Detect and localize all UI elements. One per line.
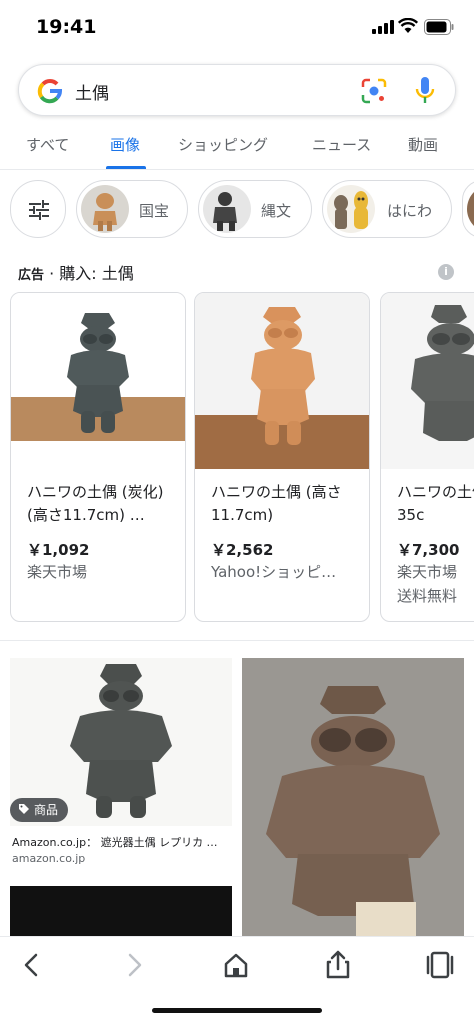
search-query[interactable]: 土偶 [75, 79, 109, 104]
chip-kokuhou[interactable]: 国宝 [76, 180, 188, 238]
related-chips: 国宝 縄文 はにわ [0, 180, 474, 240]
tag-icon [19, 804, 29, 814]
chip-thumbnail [467, 185, 474, 233]
image-result[interactable] [10, 886, 232, 936]
google-lens-icon[interactable] [361, 78, 387, 104]
product-image [195, 293, 369, 469]
product-store: 楽天市場 [27, 563, 88, 581]
dogu-figure-icon [93, 193, 117, 231]
tune-icon [29, 200, 49, 220]
product-price: ￥1,092 [27, 541, 90, 559]
search-tabs: すべて 画像 ショッピング ニュース 動画 [0, 124, 474, 170]
chip-more[interactable] [462, 180, 474, 238]
chip-label: 国宝 [139, 202, 170, 220]
product-card[interactable]: ハニワの土偶 (炭化)(高さ11.7cm) … ￥1,092 楽天市場 [10, 292, 186, 622]
chip-thumbnail [203, 185, 251, 233]
tabs-icon[interactable] [424, 949, 456, 981]
filter-button[interactable] [10, 180, 66, 238]
product-card[interactable]: ハニワの土偶 (高さ11.7cm) ￥2,562 Yahoo!ショッピ… [194, 292, 370, 622]
product-store: 楽天市場 [397, 563, 458, 581]
ad-label: 広告 [18, 268, 45, 283]
badge-label: 商品 [34, 803, 59, 817]
chip-label: 縄文 [261, 202, 292, 220]
result-domain: amazon.co.jp [12, 852, 86, 865]
forward-icon[interactable] [118, 949, 150, 981]
haniwa-figure-icon [334, 191, 368, 229]
wifi-icon [398, 18, 418, 33]
product-price: ￥7,300 [397, 541, 460, 559]
ad-title: 購入: 土偶 [59, 264, 134, 283]
cellular-signal-icon [372, 20, 394, 34]
chip-thumbnail [81, 185, 129, 233]
tab-videos[interactable]: 動画 [408, 134, 438, 155]
info-icon[interactable]: i [438, 264, 454, 280]
search-bar[interactable]: 土偶 [18, 64, 456, 116]
product-title: ハニワの土偶 (高さ11.7cm) [211, 483, 342, 524]
active-tab-indicator [106, 166, 146, 169]
tab-all[interactable]: すべて [26, 134, 69, 155]
status-bar: 19:41 [0, 0, 474, 56]
product-card[interactable]: ハニワの土偶 (高さ35c ￥7,300 楽天市場 送料無料 [380, 292, 474, 622]
result-image [242, 658, 464, 938]
chip-haniwa[interactable]: はにわ [322, 180, 452, 238]
tab-images[interactable]: 画像 [110, 134, 140, 155]
back-icon[interactable] [16, 949, 48, 981]
result-caption[interactable]: Amazon.co.jp： 遮光器土偶 レプリカ … [12, 834, 230, 850]
ad-header: 広告 · 購入: 土偶 [18, 260, 134, 284]
chip-joumon[interactable]: 縄文 [198, 180, 312, 238]
google-image-search-page: 19:41 土偶 すべて 画像 ショッピング ニュース 動画 国宝 縄文 はにわ… [0, 0, 474, 1024]
product-store: Yahoo!ショッピ… [211, 563, 337, 581]
product-price: ￥2,562 [211, 541, 274, 559]
tab-news[interactable]: ニュース [312, 134, 371, 155]
product-badge: 商品 [10, 798, 69, 822]
ad-separator: · [44, 264, 60, 283]
divider [0, 640, 474, 641]
product-shipping: 送料無料 [397, 587, 458, 605]
chip-label: はにわ [387, 202, 433, 220]
voice-search-icon[interactable] [415, 76, 435, 106]
product-title: ハニワの土偶 (炭化)(高さ11.7cm) … [27, 483, 164, 524]
home-indicator [152, 1008, 322, 1013]
chip-thumbnail [327, 185, 375, 233]
dogu-figure-icon [213, 192, 237, 231]
home-icon[interactable] [220, 949, 252, 981]
status-time: 19:41 [36, 16, 97, 38]
battery-icon [424, 19, 454, 35]
tab-shopping[interactable]: ショッピング [178, 134, 268, 155]
image-result[interactable] [242, 658, 464, 938]
google-logo-icon [37, 79, 63, 104]
product-image [381, 293, 474, 469]
product-image [11, 293, 185, 469]
product-title: ハニワの土偶 (高さ35c [397, 483, 474, 524]
share-icon[interactable] [322, 949, 354, 981]
